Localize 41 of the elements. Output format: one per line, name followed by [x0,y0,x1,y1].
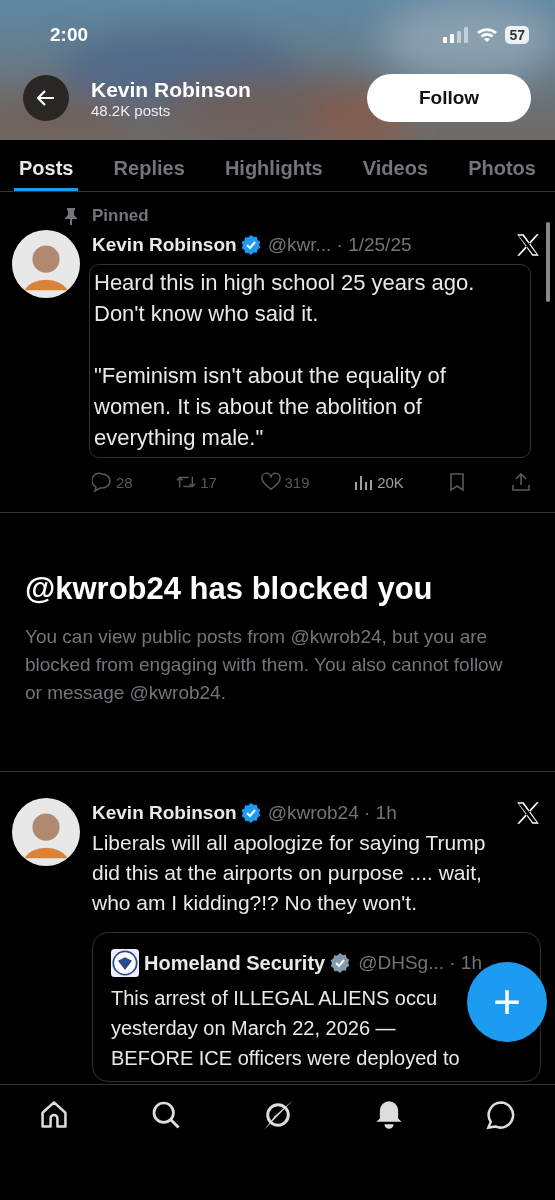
avatar [12,230,80,298]
post-text: Liberals will all apologize for saying Trump did this at the airports on purpose .... wait, who am I kidding?!? No they won't. [92,830,487,916]
back-arrow-icon [37,90,55,106]
stat-count: 319 [284,473,310,491]
reply-icon[interactable] [92,472,112,492]
stat-count: 17 [200,473,217,491]
seal-icon [111,949,139,977]
battery-icon: 57 [505,26,529,44]
avatar [12,798,80,866]
blocked-title: @kwrob24 has blocked you [25,571,434,607]
tab[interactable]: Posts [14,140,79,191]
x-logo-icon [515,232,541,258]
home-icon[interactable] [38,1099,70,1131]
heart-icon[interactable] [260,472,281,492]
stat-count: 28 [116,473,133,491]
tab[interactable]: Highlights [219,140,328,191]
author-name: Kevin Robinson [92,234,237,256]
status-time: 2:00 [50,24,89,46]
author-name: Kevin Robinson [92,802,237,824]
share-icon[interactable] [511,472,531,492]
blocked-message: You can view public posts from @kwrob24, but you are blocked from engaging with them. You also cannot follow or message @kwrob24. [25,625,504,705]
post-text: Heard this in high school 25 years ago. Don't know who said it. "Feminism isn't about the equality of women. It is about the abolition of everything male." [89,264,531,458]
x-logo-icon [515,800,541,826]
post-count: 48.2K posts [91,101,172,119]
quoted-text-line: This arrest of ILLEGAL ALIENS occu [111,986,438,1011]
pinned-label: Pinned [92,206,149,226]
quoted-author-name: Homeland Security [144,951,326,975]
wifi-icon [476,27,499,43]
profile-name: Kevin Robinson [91,77,252,102]
handle-and-time: @kwrob24 · 1h [267,802,397,824]
tab[interactable]: Photos [463,140,541,191]
tab[interactable]: Replies [108,140,190,191]
chat-bubble-icon[interactable] [485,1099,517,1131]
handle-and-date: @kwr... · 1/25/25 [267,234,412,256]
quoted-text-line: BEFORE ICE officers were deployed to [111,1046,460,1071]
tab[interactable]: Videos [357,140,434,191]
stat-count: 20K [377,473,404,491]
follow-button[interactable]: Follow [367,74,531,122]
quoted-text-line: yesterday on March 22, 2026 — [111,1016,396,1041]
pin-icon [64,207,78,225]
signal-icon [443,27,470,43]
